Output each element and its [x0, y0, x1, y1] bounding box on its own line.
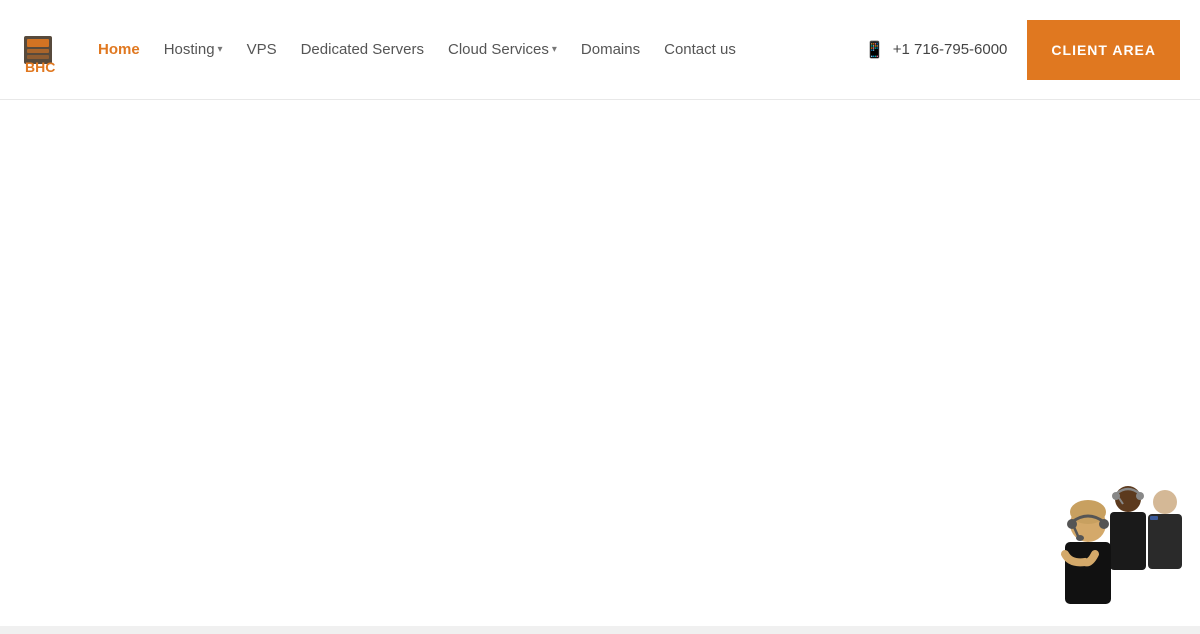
nav-item-dedicated-servers[interactable]: Dedicated Servers	[301, 41, 424, 59]
navbar-left: BHC HomeHosting▾VPSDedicated ServersClou…	[20, 26, 736, 74]
nav-item-cloud-services[interactable]: Cloud Services▾	[448, 41, 557, 58]
bottom-strip	[0, 626, 1200, 634]
nav-item-home[interactable]: Home	[98, 41, 140, 59]
nav-item-hosting[interactable]: Hosting▾	[164, 41, 223, 58]
main-nav: HomeHosting▾VPSDedicated ServersCloud Se…	[98, 41, 736, 59]
nav-item-wrapper-cloud-services[interactable]: Cloud Services▾	[448, 41, 557, 58]
dropdown-arrow-hosting: ▾	[218, 44, 223, 55]
nav-link-home[interactable]: Home	[98, 41, 140, 58]
nav-link-hosting[interactable]: Hosting	[164, 41, 215, 58]
phone-number: +1 716-795-6000	[893, 41, 1008, 58]
nav-link-domains[interactable]: Domains	[581, 41, 640, 58]
nav-item-domains[interactable]: Domains	[581, 41, 640, 59]
phone-icon: 📱	[865, 40, 885, 60]
support-group-image	[1010, 474, 1200, 604]
logo-icon: BHC	[20, 26, 68, 74]
nav-item-wrapper-hosting[interactable]: Hosting▾	[164, 41, 223, 58]
dropdown-arrow-cloud-services: ▾	[552, 44, 557, 55]
nav-link-cloud-services[interactable]: Cloud Services	[448, 41, 549, 58]
svg-text:BHC: BHC	[25, 59, 55, 74]
navbar-right: 📱 +1 716-795-6000 CLIENT AREA	[865, 20, 1180, 80]
nav-item-vps[interactable]: VPS	[247, 41, 277, 59]
support-people-svg	[1010, 474, 1200, 604]
nav-link-vps[interactable]: VPS	[247, 41, 277, 58]
nav-link-contact-us[interactable]: Contact us	[664, 41, 736, 58]
logo[interactable]: BHC	[20, 26, 68, 74]
phone-container: 📱 +1 716-795-6000	[865, 40, 1008, 60]
client-area-button[interactable]: CLIENT AREA	[1027, 20, 1180, 80]
nav-link-dedicated-servers[interactable]: Dedicated Servers	[301, 41, 424, 58]
main-content	[0, 100, 1200, 634]
navbar: BHC HomeHosting▾VPSDedicated ServersClou…	[0, 0, 1200, 100]
nav-item-contact-us[interactable]: Contact us	[664, 41, 736, 59]
